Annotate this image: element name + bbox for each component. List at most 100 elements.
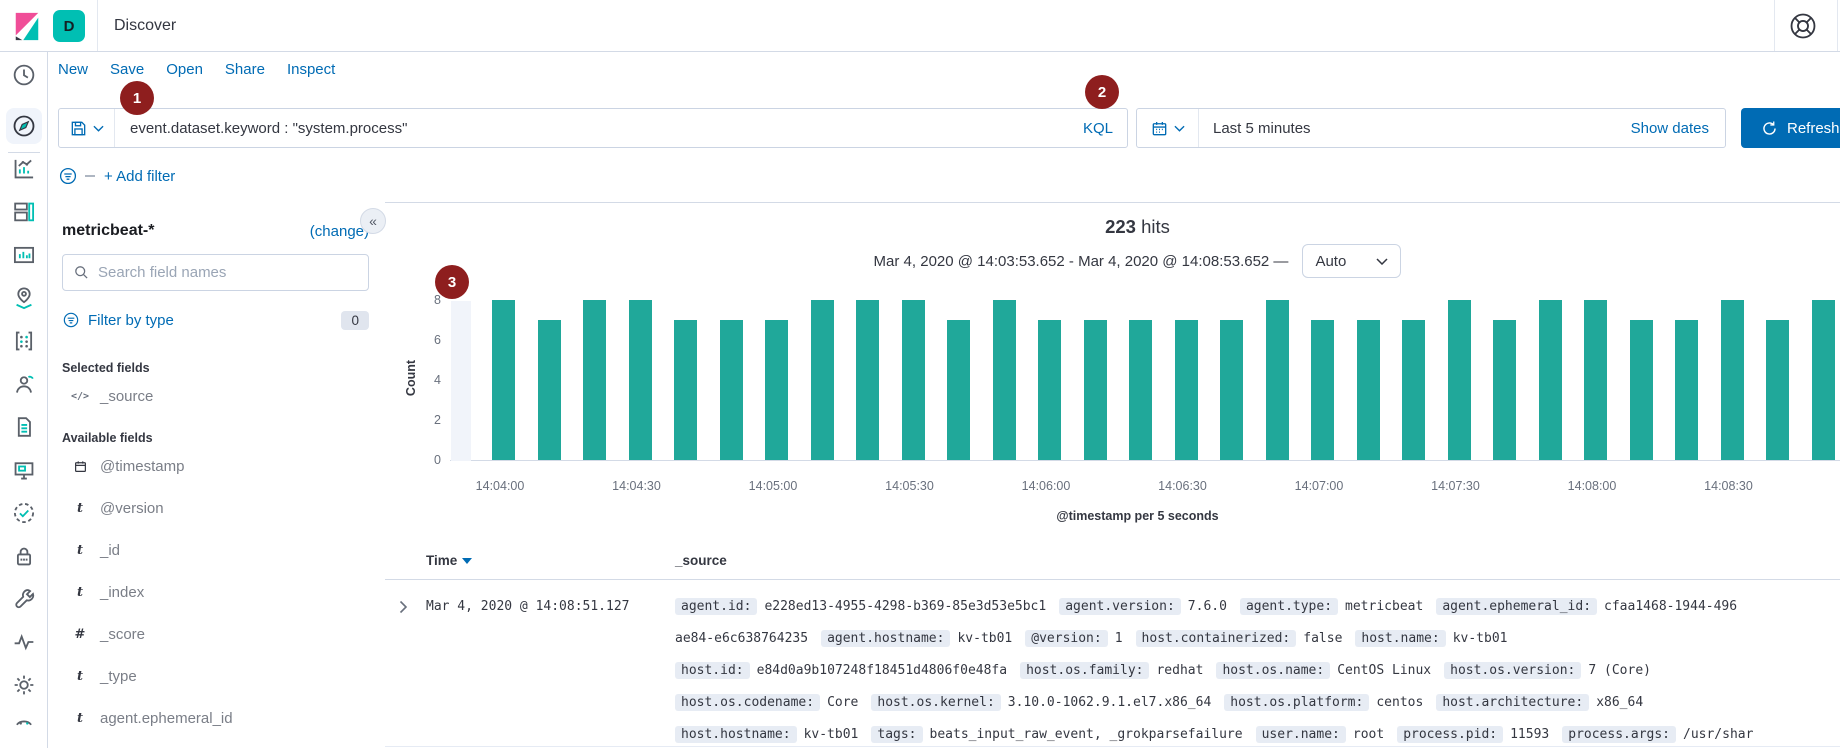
field-value: redhat (1156, 663, 1203, 678)
field-value: beats_input_raw_event, _grokparsefailure (930, 727, 1243, 742)
field-item-@timestamp[interactable]: @timestamp (62, 445, 369, 487)
index-pattern-name: metricbeat-* (62, 222, 154, 240)
field-value: e228ed13-4955-4298-b369-85e3d53e5bc1 (764, 599, 1046, 614)
x-axis-tick: 14:06:00 (1022, 479, 1071, 493)
field-name: _score (100, 626, 145, 643)
histogram-bar (993, 300, 1016, 460)
calendar-icon (1150, 119, 1169, 138)
search-field-names-input[interactable]: Search field names (62, 254, 369, 291)
nav-open-link[interactable]: Open (166, 61, 203, 78)
field-name-pill: host.id: (675, 662, 750, 679)
y-axis-tick: 6 (403, 333, 441, 347)
rail-item-logs[interactable] (0, 409, 48, 445)
y-axis-tick: 2 (403, 413, 441, 427)
field-item-_source[interactable]: </>_source (62, 375, 369, 417)
field-item-_score[interactable]: # _score (62, 613, 369, 655)
source-field-icon: </> (71, 391, 89, 402)
field-name-pill: agent.version: (1059, 598, 1181, 615)
help-icon[interactable] (1789, 12, 1817, 40)
rail-item-stack-monitoring[interactable] (0, 624, 48, 660)
histogram-bar (1084, 320, 1107, 460)
rail-item-siem[interactable] (0, 538, 48, 574)
nav-inspect-link[interactable]: Inspect (287, 61, 335, 78)
rail-item-recently-viewed[interactable] (0, 57, 48, 93)
add-filter-link[interactable]: + Add filter (104, 168, 175, 185)
rail-item-uptime[interactable] (0, 495, 48, 531)
field-value: ae84-e6c638764235 (675, 631, 808, 646)
space-avatar[interactable]: D (53, 10, 85, 42)
collapse-sidebar-button[interactable]: « (360, 208, 386, 234)
topbar-divider (97, 0, 98, 51)
annotation-badge-2: 2 (1085, 75, 1119, 109)
histogram-bar (1766, 320, 1789, 460)
interval-value: Auto (1315, 253, 1346, 270)
field-item-agent.ephemeral_id[interactable]: tagent.ephemeral_id (62, 697, 369, 739)
field-value: kv-tb01 (957, 631, 1012, 646)
expand-row-button[interactable] (398, 599, 409, 620)
quick-select-button[interactable] (1137, 109, 1199, 147)
rail-item-bottom-partial-app[interactable] (0, 710, 48, 746)
number-field-icon: # (71, 627, 89, 642)
histogram-bar (947, 320, 970, 460)
field-value: x86_64 (1596, 695, 1643, 710)
rail-item-discover[interactable] (6, 108, 42, 144)
field-item-@version[interactable]: t@version (62, 487, 369, 529)
kibana-logo (12, 11, 42, 41)
nav-new-link[interactable]: New (58, 61, 88, 78)
filter-by-type[interactable]: Filter by type 0 (62, 307, 369, 333)
refresh-button[interactable]: Refresh (1741, 108, 1840, 148)
metrics-icon (11, 371, 37, 397)
histogram-bar (1630, 320, 1653, 460)
histogram-bar (811, 300, 834, 460)
field-name-pill: process.pid: (1397, 726, 1503, 743)
time-column-sort-header[interactable]: Time (426, 553, 472, 568)
rail-item-visualize[interactable] (0, 151, 48, 187)
field-name-pill: host.architecture: (1436, 694, 1589, 711)
histogram-plot[interactable] (450, 301, 1840, 461)
y-axis-tick: 8 (403, 293, 441, 307)
histogram-bar (1311, 320, 1334, 460)
top-bar: D Discover (0, 0, 1840, 52)
nav-share-link[interactable]: Share (225, 61, 265, 78)
rail-item-machine-learning[interactable] (0, 323, 48, 359)
field-item-_type[interactable]: t_type (62, 655, 369, 697)
rail-item-maps[interactable] (0, 280, 48, 316)
field-item-_index[interactable]: t_index (62, 571, 369, 613)
histogram-bar (902, 300, 925, 460)
date-field-icon (71, 459, 89, 474)
rail-item-management[interactable] (0, 667, 48, 703)
search-icon (73, 264, 90, 281)
field-value: centos (1376, 695, 1423, 710)
time-range-value[interactable]: Last 5 minutes (1199, 120, 1631, 137)
filter-count-badge: 0 (341, 311, 369, 330)
string-field-icon: t (71, 501, 89, 516)
page-title: Discover (114, 17, 176, 35)
nav-save-link[interactable]: Save (110, 61, 144, 78)
selected-fields-list: </>_source (62, 375, 369, 417)
query-input[interactable]: event.dataset.keyword : "system.process" (115, 120, 1069, 137)
clock-icon (11, 62, 37, 88)
refresh-icon (1761, 120, 1778, 137)
query-language-button[interactable]: KQL (1069, 120, 1127, 137)
field-value: 11593 (1510, 727, 1549, 742)
x-axis-ticks: 14:04:0014:04:3014:05:0014:05:3014:06:00… (450, 479, 1840, 495)
rail-item-apm[interactable] (0, 452, 48, 488)
histogram-bar (674, 320, 697, 460)
doc-line: host.id:e84d0a9b107248f18451d4806f0e48fa… (675, 654, 1840, 686)
show-dates-button[interactable]: Show dates (1631, 120, 1725, 137)
row-timestamp: Mar 4, 2020 @ 14:08:51.127 (426, 599, 630, 614)
interval-select[interactable]: Auto (1302, 244, 1401, 278)
app-icon (11, 715, 37, 741)
map-pin-icon (11, 285, 37, 311)
rail-item-canvas[interactable] (0, 237, 48, 273)
ml-icon (11, 328, 37, 354)
x-axis-tick: 14:08:30 (1704, 479, 1753, 493)
uptime-icon (11, 500, 37, 526)
saved-query-button[interactable] (59, 109, 115, 147)
field-item-_id[interactable]: t_id (62, 529, 369, 571)
field-name-pill: host.os.codename: (675, 694, 820, 711)
rail-item-dashboard[interactable] (0, 194, 48, 230)
rail-item-dev-tools[interactable] (0, 581, 48, 617)
field-name-pill: host.os.platform: (1224, 694, 1369, 711)
rail-item-metrics[interactable] (0, 366, 48, 402)
